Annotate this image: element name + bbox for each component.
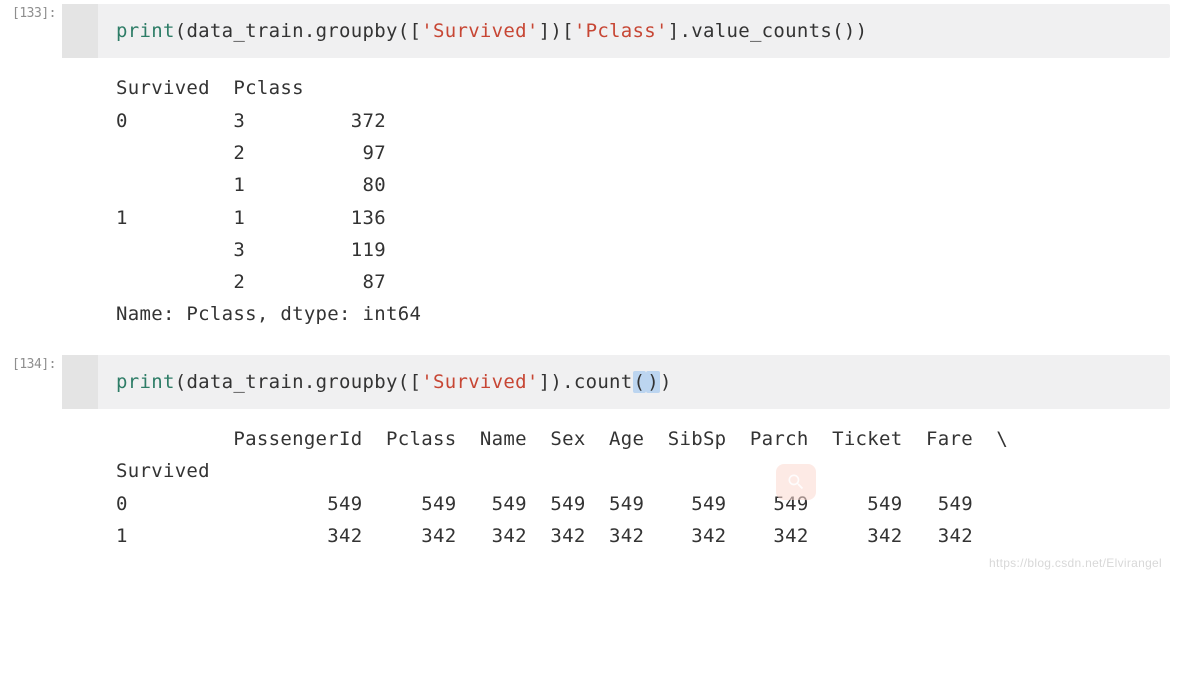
cell-prompt: [133]: bbox=[0, 0, 62, 68]
code-token: ) bbox=[646, 371, 660, 393]
code-token: 'Survived' bbox=[421, 20, 538, 42]
code-line[interactable]: print(data_train.groupby(['Survived']).c… bbox=[62, 355, 1170, 409]
code-token: ].value_counts()) bbox=[668, 20, 868, 42]
code-token: ( bbox=[633, 371, 647, 393]
code-input-cell[interactable]: print(data_train.groupby(['Survived']).c… bbox=[62, 355, 1170, 409]
output-prompt bbox=[0, 419, 62, 572]
code-token: ])[ bbox=[539, 20, 574, 42]
cell-output: Survived Pclass 0 3 372 2 97 1 80 1 1 13… bbox=[62, 68, 1178, 350]
magnifier-icon bbox=[776, 464, 816, 500]
code-token: ) bbox=[660, 371, 672, 393]
code-gutter bbox=[62, 355, 98, 409]
code-token: 'Pclass' bbox=[574, 20, 668, 42]
cell-prompt: [134]: bbox=[0, 351, 62, 419]
code-token: ]).count bbox=[539, 371, 633, 393]
watermark-text: https://blog.csdn.net/Elvirangel bbox=[989, 556, 1162, 570]
code-input-cell[interactable]: print(data_train.groupby(['Survived'])['… bbox=[62, 4, 1170, 58]
code-token: 'Survived' bbox=[421, 371, 538, 393]
code-token: print bbox=[116, 371, 175, 393]
code-gutter bbox=[62, 4, 98, 58]
code-token: (data_train.groupby([ bbox=[175, 371, 422, 393]
code-token: print bbox=[116, 20, 175, 42]
cell-output: PassengerId Pclass Name Sex Age SibSp Pa… bbox=[62, 419, 1178, 572]
output-prompt bbox=[0, 68, 62, 350]
code-token: (data_train.groupby([ bbox=[175, 20, 422, 42]
code-line[interactable]: print(data_train.groupby(['Survived'])['… bbox=[62, 4, 1170, 58]
